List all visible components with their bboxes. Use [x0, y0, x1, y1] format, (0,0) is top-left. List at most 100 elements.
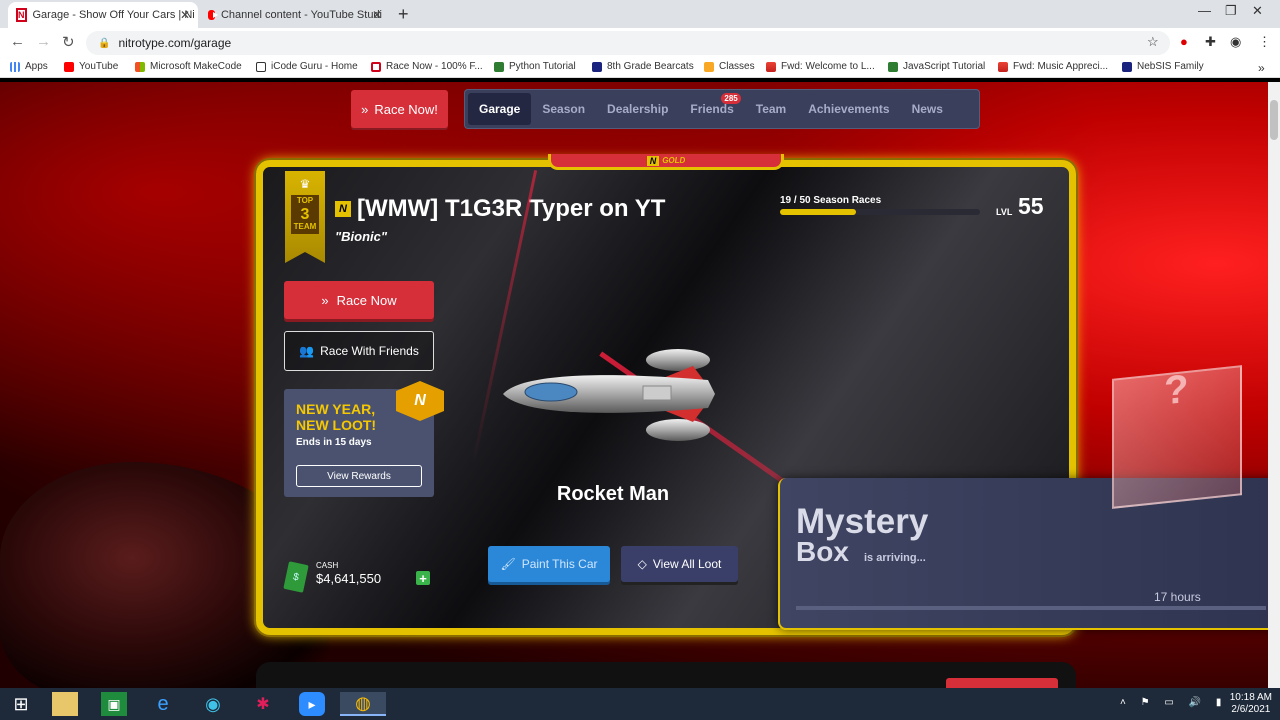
lock-icon: 🔒 [98, 37, 111, 49]
minimize-icon[interactable]: — [1198, 3, 1211, 18]
maximize-icon[interactable]: ❐ [1225, 3, 1237, 19]
race-with-friends-button[interactable]: 👥 Race With Friends [284, 331, 434, 371]
browser-tab-youtube[interactable]: Channel content - YouTube Studi ✕ [200, 2, 390, 28]
tab-label: News [911, 102, 943, 116]
view-rewards-button[interactable]: View Rewards [296, 465, 422, 487]
bookmark-bearcats[interactable]: 8th Grade Bearcats [592, 61, 694, 72]
icode-icon [256, 61, 266, 72]
mystery-box-panel[interactable]: Mystery Box is arriving... 17 hours [778, 478, 1278, 630]
close-window-icon[interactable]: ✕ [1252, 3, 1263, 19]
back-icon[interactable]: ← [10, 33, 25, 50]
race-now-top-button[interactable]: » Race Now! [351, 90, 448, 128]
tab-label: Garage [479, 102, 521, 116]
tab-team[interactable]: Team [745, 93, 797, 125]
next-card-red-button[interactable] [946, 678, 1058, 688]
team-rank-label: TEAM [293, 222, 317, 232]
browser-toolbar: ← → ↻ 🔒 nitrotype.com/garage ☆ ● ✚ ◉ ⋮ [0, 28, 1280, 56]
star-icon[interactable]: ☆ [1147, 34, 1159, 50]
tab-garage[interactable]: Garage [468, 93, 532, 125]
bookmark-label: iCode Guru - Home [271, 61, 358, 72]
profile-avatar-icon[interactable]: ◉ [1230, 34, 1241, 50]
clock-date: 2/6/2021 [1231, 704, 1271, 715]
bookmark-fwd-welcome[interactable]: Fwd: Welcome to L... [766, 61, 875, 72]
view-all-loot-button[interactable]: ◇ View All Loot [621, 546, 738, 582]
chrome-taskbar-icon[interactable]: ◍ [340, 692, 386, 716]
scrollbar-thumb[interactable] [1270, 100, 1278, 140]
bookmark-classes[interactable]: Classes [704, 61, 755, 72]
tab-label: Dealership [607, 102, 669, 116]
bookmark-fwd-music[interactable]: Fwd: Music Appreci... [998, 61, 1108, 72]
bookmark-youtube[interactable]: YouTube [64, 61, 118, 72]
bookmark-label: Race Now - 100% F... [386, 61, 483, 72]
forward-icon[interactable]: → [36, 33, 51, 50]
bookmark-label: 8th Grade Bearcats [607, 61, 694, 72]
scrollbar[interactable] [1268, 82, 1280, 688]
zoom-icon[interactable]: ▸ [299, 692, 325, 716]
double-chevron-icon: » [361, 101, 369, 117]
nitro-shield-icon: N [396, 381, 444, 421]
bookmark-label: Apps [25, 61, 48, 72]
friends-count-badge: 285 [721, 93, 741, 104]
youtube-icon [64, 61, 74, 72]
bookmark-label: Fwd: Music Appreci... [1013, 61, 1109, 72]
classroom-icon [704, 61, 714, 72]
season-progress-bar [780, 209, 980, 215]
bookmark-icode[interactable]: iCode Guru - Home [256, 61, 358, 72]
system-tray-icons[interactable]: ˄ ⚑ ▭ 🔊 ▮ [1120, 697, 1227, 708]
bookmark-label: JavaScript Tutorial [903, 61, 986, 72]
bookmark-nebsis[interactable]: NebSIS Family [1122, 61, 1204, 72]
race-now-button[interactable]: » Race Now [284, 281, 434, 319]
close-icon[interactable]: ✕ [180, 8, 190, 22]
file-explorer-icon[interactable] [52, 692, 78, 716]
menu-kebab-icon[interactable]: ⋮ [1258, 34, 1271, 50]
cash-icon: $ [283, 561, 309, 593]
season-progress-fill [780, 209, 856, 215]
race-now-label: Race Now! [374, 101, 438, 117]
promo-title: NEW YEAR, NEW LOOT! [296, 401, 377, 434]
extensions-icon[interactable]: ✚ [1205, 34, 1216, 50]
mystery-box-cube-icon: ? [1112, 365, 1242, 509]
tab-news[interactable]: News [901, 93, 954, 125]
tab-season[interactable]: Season [531, 93, 596, 125]
bookmark-javascript[interactable]: JavaScript Tutorial [888, 61, 985, 72]
bookmark-python[interactable]: Python Tutorial [494, 61, 576, 72]
clock[interactable]: 10:18 AM 2/6/2021 [1230, 692, 1272, 716]
mystery-arriving: is arriving... [864, 552, 926, 564]
slack-icon[interactable]: ✱ [250, 692, 276, 716]
tab-friends[interactable]: Friends 285 [679, 93, 744, 125]
bookmark-apps[interactable]: Apps [10, 61, 48, 72]
level-value: 55 [1018, 193, 1044, 219]
browser-tab-garage[interactable]: N Garage - Show Off Your Cars | Ni ✕ [8, 2, 198, 28]
new-loot-promo: N NEW YEAR, NEW LOOT! Ends in 15 days Vi… [284, 381, 444, 497]
mystery-progress-track [796, 606, 1266, 610]
store-icon[interactable]: ▣ [101, 692, 127, 716]
edge-icon[interactable]: ◉ [200, 692, 226, 716]
season-races-label: 19 / 50 Season Races [780, 195, 882, 206]
apps-grid-icon [10, 61, 20, 72]
microsoft-icon [135, 61, 145, 72]
close-icon[interactable]: ✕ [372, 8, 382, 22]
bookmarks-overflow-icon[interactable]: » [1258, 61, 1265, 75]
gmail-icon [766, 61, 776, 72]
new-tab-button[interactable]: + [398, 4, 409, 25]
address-bar[interactable]: 🔒 nitrotype.com/garage [86, 31, 1170, 55]
bookmark-race-now[interactable]: Race Now - 100% F... [371, 61, 483, 72]
internet-explorer-icon[interactable]: e [150, 692, 176, 716]
player-name: N [WMW] T1G3R Typer on YT [335, 195, 665, 223]
double-chevron-icon: » [321, 292, 329, 308]
reload-icon[interactable]: ↻ [62, 33, 75, 51]
cash-label: CASH [316, 561, 339, 570]
paint-label: Paint This Car [521, 557, 598, 571]
windows-start-icon[interactable]: ⊞ [8, 692, 34, 716]
extension-record-icon[interactable]: ● [1180, 34, 1188, 49]
tab-dealership[interactable]: Dealership [596, 93, 679, 125]
bookmark-makecode[interactable]: Microsoft MakeCode [135, 61, 242, 72]
paint-car-button[interactable]: 🖌 Paint This Car [488, 546, 610, 582]
tier-label: GOLD [662, 156, 686, 165]
tab-achievements[interactable]: Achievements [797, 93, 900, 125]
nitrotype-icon [371, 61, 381, 72]
add-cash-button[interactable]: + [416, 571, 430, 585]
main-nav: Garage Season Dealership Friends 285 Team… [464, 89, 980, 129]
rocket-car-image [493, 342, 723, 447]
url-text: nitrotype.com/garage [118, 36, 232, 50]
